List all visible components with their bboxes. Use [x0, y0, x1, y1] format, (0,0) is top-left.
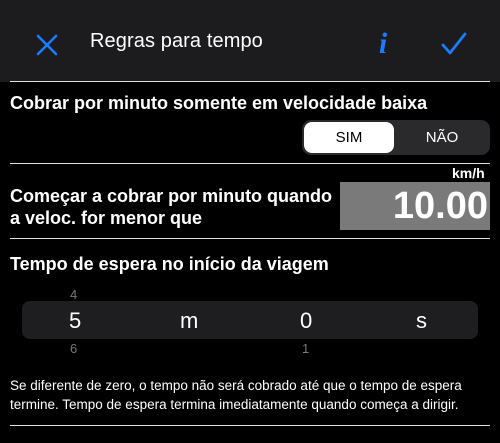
picker-minutes-value[interactable]: 5 [69, 308, 81, 334]
picker-seconds-below: 1 [302, 341, 310, 356]
speed-threshold-value: 10.00 [392, 185, 488, 227]
slow-speed-segmented-control: SIM NÃO [302, 120, 490, 155]
navigation-bar: Regras para tempo i [0, 0, 500, 82]
picker-minutes-below: 6 [70, 341, 78, 356]
speed-unit-label: km/h [452, 165, 485, 181]
speed-threshold-input[interactable]: 10.00 [340, 182, 490, 230]
checkmark-icon [441, 32, 467, 55]
option-sim[interactable]: SIM [304, 122, 394, 153]
divider [10, 425, 490, 426]
threshold-label-line1: Começar a cobrar por minuto quando [10, 186, 333, 206]
option-nao[interactable]: NÃO [396, 122, 488, 153]
confirm-button[interactable] [436, 26, 472, 62]
wait-time-label: Tempo de espera no início da viagem [10, 254, 329, 274]
picker-minutes-unit: m [180, 308, 199, 333]
slow-speed-label: Cobrar por minuto somente em velocidade … [10, 93, 428, 113]
divider [10, 81, 490, 82]
info-button[interactable]: i [368, 24, 398, 64]
description-line2: termine. Tempo de espera termina imediat… [10, 397, 459, 412]
wait-time-description: Se diferente de zero, o tempo não será c… [10, 376, 500, 414]
close-icon [36, 34, 58, 56]
threshold-label-line2: a veloc. for menor que [10, 208, 203, 228]
picker-minutes-above: 4 [70, 287, 78, 302]
divider [10, 163, 490, 164]
close-button[interactable] [30, 28, 64, 62]
page-title: Regras para tempo [90, 30, 263, 52]
picker-seconds-unit: s [416, 308, 427, 333]
wait-time-picker[interactable]: 5 m 0 s [22, 301, 478, 339]
divider [10, 238, 490, 239]
picker-seconds-value[interactable]: 0 [300, 308, 312, 334]
description-line1: Se diferente de zero, o tempo não será c… [10, 378, 462, 393]
info-icon: i [378, 27, 388, 60]
